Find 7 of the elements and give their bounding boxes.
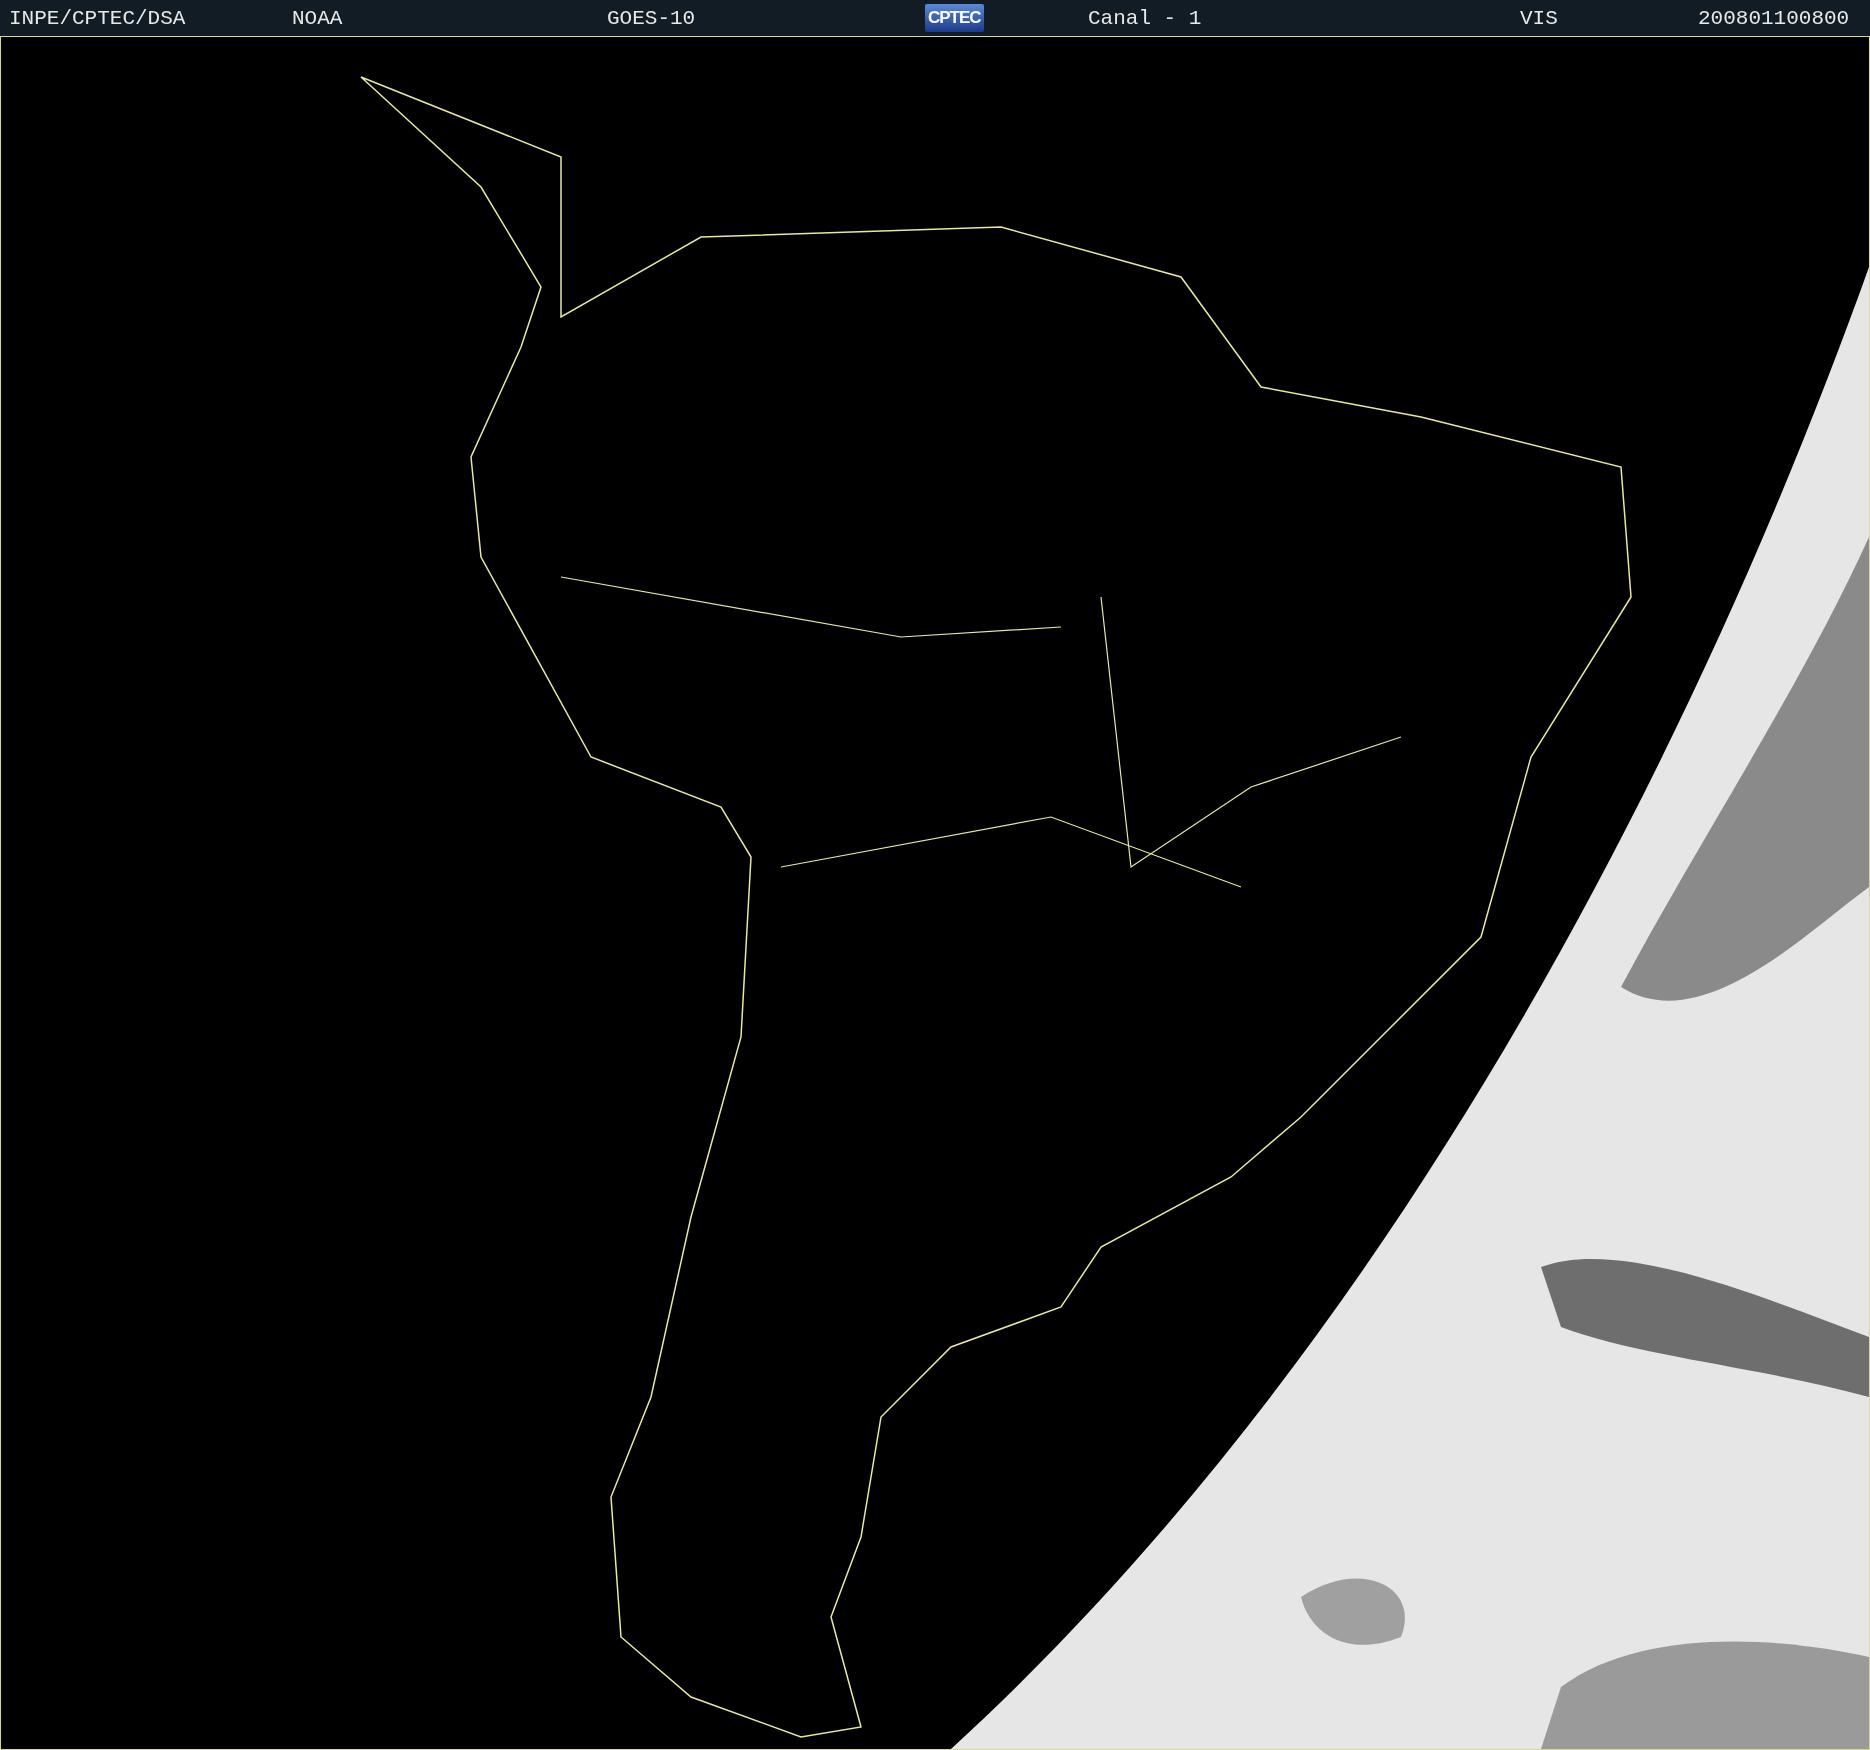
header-label: NOAA [292, 6, 343, 30]
header-label: GOES-10 [607, 6, 696, 30]
header-label: 200801100800 [1698, 6, 1850, 30]
header-label: VIS [1520, 6, 1558, 30]
logo: CPTEC [925, 4, 984, 32]
header-label: Canal - 1 [1088, 6, 1202, 30]
header-label: INPE/CPTEC/DSA [9, 6, 186, 30]
